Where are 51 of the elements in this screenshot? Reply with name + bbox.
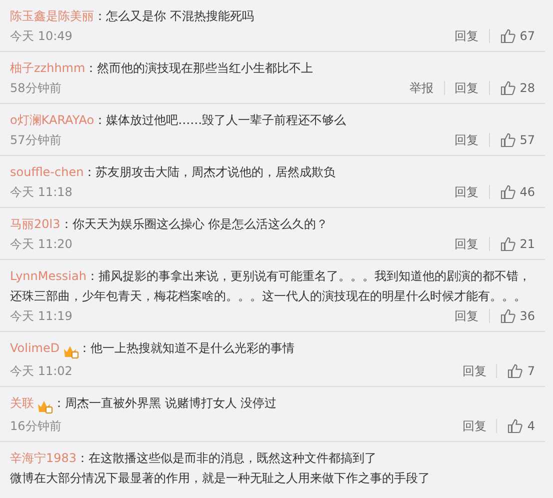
action-link[interactable]: 举报 [410,79,434,97]
comment-text: o灯澜KARAYAo：媒体放过他吧……毁了人一辈子前程还不够么 [10,112,348,129]
comment-text: 关联 ：周杰一直被外界黑 说赌博打女人 没停过 [10,393,535,416]
thumbs-up-icon [500,132,516,148]
comment-text: 陈玉鑫是陈美丽：怎么又是你 不混热搜能死吗 [10,8,255,25]
like-button[interactable]: 57 [500,131,535,149]
action-link[interactable]: 回复 [454,307,479,325]
comment-text: 马丽20l3：你天天为娱乐圈这么操心 你是怎么活这么久的？ [10,216,330,233]
like-count: 4 [527,418,535,435]
comment-text: 辛海宁1983：在这散播这些似是而非的消息，既然这种文件都搞到了 [10,450,378,467]
action-link[interactable]: 回复 [454,183,479,201]
timestamp: 今天 11:19 [10,308,72,325]
like-button[interactable]: 67 [500,27,535,45]
thumbs-up-icon [500,236,516,252]
comment-text: VolimeD ：他一上热搜就知道不是什么光彩的事情 [10,338,535,361]
timestamp: 57分钟前 [10,132,62,149]
timestamp: 今天 11:18 [10,184,72,201]
action-link[interactable]: 回复 [454,79,479,97]
comment-text: souffle-chen：苏友朋攻击大陆，周杰才说他的，居然成欺负 [10,164,337,181]
thumbs-up-icon [507,418,524,434]
thumbs-up-icon [500,308,516,324]
action-link[interactable]: 回复 [454,131,479,149]
like-count: 21 [520,236,535,253]
like-count: 67 [520,28,535,45]
comment-text: 微博在大部分情况下最显著的作用，就是一种无耻之人用来做下作之事的手段了 [10,470,431,487]
action-link[interactable]: 回复 [462,362,486,380]
timestamp: 今天 10:49 [10,28,72,45]
like-count: 7 [527,363,535,380]
like-count: 46 [520,184,535,201]
thumbs-up-icon [500,28,516,44]
like-button[interactable]: 4 [507,417,535,435]
timestamp: 58分钟前 [10,80,62,97]
timestamp: 16分钟前 [10,418,62,435]
thumbs-up-icon [500,184,516,200]
comment-text: LynnMessiah：捕风捉影的事拿出来说，更别说有可能重名了。。。我到知道他的剧演的都不错，还珠三部曲，少年包青天，梅花档案啥的。。。这一代人的演技现在的明星什么时候才能有。。。 [10,268,532,305]
action-link[interactable]: 回复 [454,235,479,253]
timestamp: 今天 11:02 [10,363,72,380]
thumbs-up-icon [500,80,516,96]
like-button[interactable]: 36 [500,307,535,325]
comment-text: 柚子zzhhmm：然而他的演技现在那些当红小生都比不上 [10,60,314,77]
like-button[interactable]: 46 [500,183,535,201]
thumbs-up-icon [507,363,524,379]
like-count: 57 [520,132,535,149]
like-count: 36 [520,308,535,325]
action-link[interactable]: 回复 [462,417,486,435]
like-button[interactable]: 21 [500,235,535,253]
action-link[interactable]: 回复 [454,27,479,45]
like-button[interactable]: 7 [507,362,535,380]
timestamp: 今天 11:20 [10,236,72,253]
like-button[interactable]: 28 [500,79,535,97]
like-count: 28 [520,80,535,97]
